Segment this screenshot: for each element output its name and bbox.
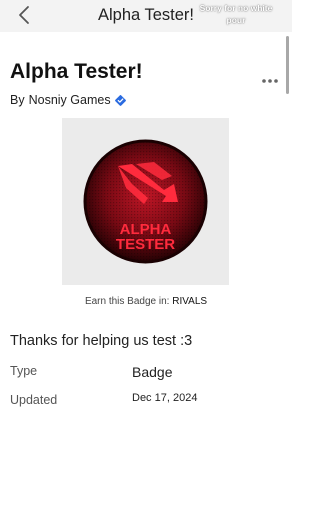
overlay-caption: Sorry for no white pour (199, 3, 273, 25)
earn-in-text: Earn this Badge in: RIVALS (0, 296, 292, 307)
type-label: Type (10, 364, 38, 378)
creator-link[interactable]: Nosniy Games (29, 93, 111, 107)
updated-label: Updated (10, 393, 58, 407)
creator-byline: By Nosniy Games (10, 93, 126, 107)
top-bar: Alpha Tester! Sorry for no white pour (0, 0, 292, 32)
by-label: By (10, 93, 25, 107)
badge-image: ALPHA TESTER (83, 139, 208, 264)
type-value: Badge (132, 364, 173, 380)
updated-value: Dec 17, 2024 (132, 392, 198, 404)
more-options-icon (262, 79, 278, 83)
verified-badge-icon (114, 94, 126, 106)
game-link[interactable]: RIVALS (172, 296, 207, 307)
badge-title: Alpha Tester! (10, 60, 143, 83)
scrollbar[interactable] (286, 36, 289, 94)
badge-description: Thanks for helping us test :3 (10, 333, 193, 349)
badge-image-card: ALPHA TESTER (62, 118, 229, 285)
more-options-button[interactable] (261, 71, 279, 83)
earn-label: Earn this Badge in: (84, 296, 170, 307)
badge-image-text-2: TESTER (116, 236, 175, 253)
